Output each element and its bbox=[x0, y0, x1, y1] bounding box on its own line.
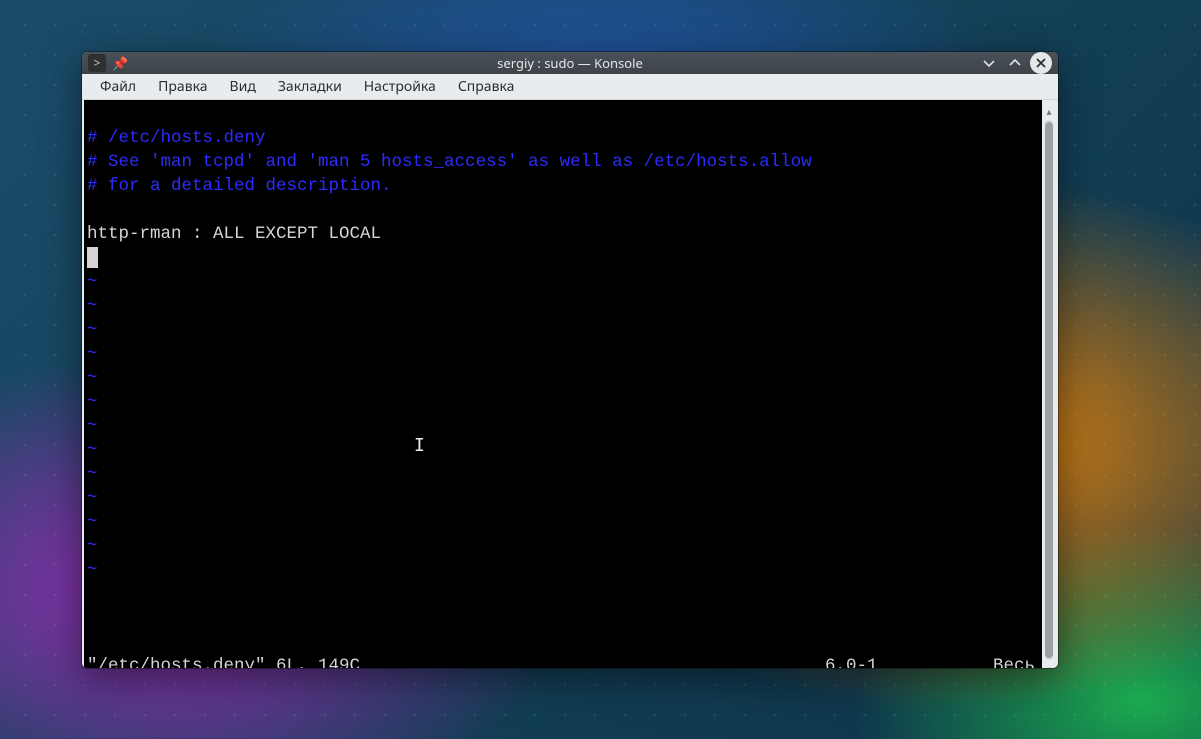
menu-edit[interactable]: Правка bbox=[148, 74, 217, 99]
konsole-window: > 📌 sergiy : sudo — Konsole bbox=[82, 52, 1058, 668]
vim-tilde-line: ~ bbox=[87, 488, 98, 508]
vim-tilde-line: ~ bbox=[87, 464, 98, 484]
editor-content-line: http-rman : ALL EXCEPT LOCAL bbox=[87, 224, 381, 244]
window-title: sergiy : sudo — Konsole bbox=[82, 54, 1058, 72]
status-cursor-pos: 6,0-1 bbox=[825, 654, 975, 668]
scroll-down-arrow-icon[interactable]: ▾ bbox=[1046, 662, 1051, 668]
menu-file[interactable]: Файл bbox=[90, 74, 146, 99]
vim-tilde-line: ~ bbox=[87, 368, 98, 388]
window-titlebar[interactable]: > 📌 sergiy : sudo — Konsole bbox=[82, 52, 1058, 74]
vim-tilde-line: ~ bbox=[87, 344, 98, 364]
close-icon bbox=[1035, 57, 1047, 69]
menu-help[interactable]: Справка bbox=[448, 74, 525, 99]
terminal-viewport[interactable]: # /etc/hosts.deny # See 'man tcpd' and '… bbox=[84, 100, 1042, 668]
vim-tilde-line: ~ bbox=[87, 512, 98, 532]
vim-status-line: "/etc/hosts.deny" 6L, 149C 6,0-1 Весь bbox=[87, 654, 1039, 668]
editor-comment-line: # /etc/hosts.deny bbox=[87, 128, 266, 148]
maximize-button[interactable] bbox=[1004, 52, 1026, 74]
scroll-thumb[interactable] bbox=[1045, 122, 1053, 658]
menu-view[interactable]: Вид bbox=[220, 74, 266, 99]
vim-tilde-line: ~ bbox=[87, 560, 98, 580]
vim-tilde-line: ~ bbox=[87, 392, 98, 412]
close-button[interactable] bbox=[1030, 52, 1052, 74]
scroll-up-arrow-icon[interactable]: ▴ bbox=[1046, 104, 1051, 118]
menu-settings[interactable]: Настройка bbox=[354, 74, 446, 99]
vim-tilde-line: ~ bbox=[87, 320, 98, 340]
status-file-info: "/etc/hosts.deny" 6L, 149C bbox=[87, 654, 825, 668]
scroll-track[interactable] bbox=[1045, 120, 1053, 660]
pin-icon[interactable]: 📌 bbox=[112, 54, 128, 72]
desktop-background: > 📌 sergiy : sudo — Konsole bbox=[0, 0, 1201, 739]
menubar: Файл Правка Вид Закладки Настройка Справ… bbox=[82, 74, 1058, 100]
terminal-container: # /etc/hosts.deny # See 'man tcpd' and '… bbox=[84, 100, 1056, 668]
vim-tilde-line: ~ bbox=[87, 272, 98, 292]
menu-bookmarks[interactable]: Закладки bbox=[268, 74, 352, 99]
app-icon: > bbox=[88, 54, 106, 72]
vim-tilde-line: ~ bbox=[87, 440, 98, 460]
vim-tilde-line: ~ bbox=[87, 416, 98, 436]
terminal-scrollbar[interactable]: ▴ ▾ bbox=[1042, 100, 1056, 668]
mouse-text-cursor-icon: I bbox=[414, 434, 425, 458]
minimize-button[interactable] bbox=[978, 52, 1000, 74]
text-cursor bbox=[87, 247, 98, 268]
vim-tilde-line: ~ bbox=[87, 536, 98, 556]
vim-tilde-line: ~ bbox=[87, 296, 98, 316]
editor-comment-line: # for a detailed description. bbox=[87, 176, 392, 196]
editor-comment-line: # See 'man tcpd' and 'man 5 hosts_access… bbox=[87, 152, 812, 172]
chevron-down-icon bbox=[982, 56, 996, 70]
chevron-up-icon bbox=[1008, 56, 1022, 70]
status-scroll: Весь bbox=[975, 654, 1039, 668]
